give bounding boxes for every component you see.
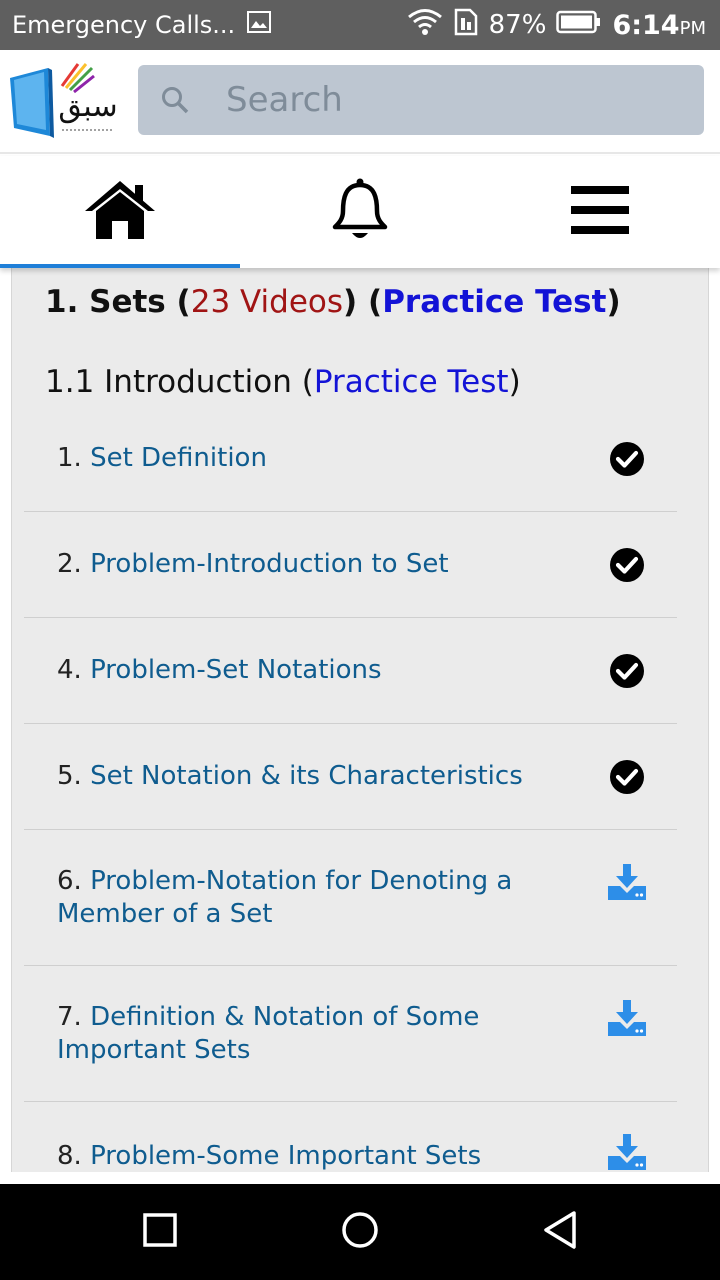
tab-menu[interactable] <box>480 156 720 268</box>
download-icon[interactable] <box>607 998 647 1038</box>
home-icon <box>83 179 157 245</box>
lesson-item[interactable]: 8. Problem-Some Important Sets <box>24 1102 677 1172</box>
sabaq-logo[interactable]: سبق <box>8 58 120 144</box>
lesson-item[interactable]: 1. Set Definition <box>24 406 677 512</box>
recents-button[interactable] <box>110 1184 210 1280</box>
lesson-number: 7. <box>57 1001 82 1032</box>
wifi-icon <box>407 8 443 43</box>
circle-icon <box>341 1211 379 1253</box>
content-area: 1. Sets (23 Videos) (Practice Test) 1.1 … <box>11 268 709 1172</box>
check-circle-icon <box>607 545 647 585</box>
image-notification-icon <box>247 11 272 39</box>
section-practice-test-link[interactable]: Practice Test <box>314 364 509 400</box>
tab-bar <box>0 156 720 268</box>
lesson-item[interactable]: 7. Definition & Notation of Some Importa… <box>24 966 677 1102</box>
lesson-title[interactable]: Problem-Some Important Sets <box>90 1141 481 1171</box>
lesson-number: 1. <box>57 443 82 473</box>
back-triangle-icon <box>542 1210 578 1254</box>
tab-home[interactable] <box>0 156 240 268</box>
bell-icon <box>331 177 389 247</box>
status-left: Emergency Calls... <box>12 0 272 50</box>
square-icon <box>143 1213 177 1251</box>
lesson-title[interactable]: Problem-Introduction to Set <box>90 549 448 579</box>
status-right: 87% 6:14PM <box>407 0 706 50</box>
check-circle-icon <box>607 651 647 691</box>
home-button[interactable] <box>310 1184 410 1280</box>
logo-text: سبق <box>58 89 117 124</box>
check-circle-icon <box>607 757 647 797</box>
battery-icon <box>556 10 602 41</box>
download-icon[interactable] <box>607 1132 647 1172</box>
section-heading: 1.1 Introduction (Practice Test) <box>45 364 521 400</box>
chapter-title: 1. Sets <box>45 284 166 320</box>
download-icon[interactable] <box>607 862 647 902</box>
section-title: 1.1 Introduction <box>45 364 292 400</box>
lesson-title[interactable]: Problem-Notation for Denoting a Member o… <box>57 866 512 929</box>
notification-text: Emergency Calls... <box>12 11 236 39</box>
lesson-list: 1. Set Definition 2. Problem-Introductio… <box>24 406 677 1172</box>
time: 6:14 <box>612 9 680 41</box>
lesson-number: 4. <box>57 655 82 685</box>
lesson-number: 8. <box>57 1141 82 1171</box>
tab-notifications[interactable] <box>240 156 480 268</box>
lesson-item[interactable]: 2. Problem-Introduction to Set <box>24 512 677 618</box>
lesson-title[interactable]: Definition & Notation of Some Important … <box>57 1002 479 1065</box>
back-button[interactable] <box>510 1184 610 1280</box>
lesson-item[interactable]: 5. Set Notation & its Characteristics <box>24 724 677 830</box>
system-nav-bar <box>0 1184 720 1280</box>
battery-percent: 87% <box>488 10 547 40</box>
lesson-item[interactable]: 6. Problem-Notation for Denoting a Membe… <box>24 830 677 966</box>
ampm: PM <box>679 17 706 39</box>
chapter-heading: 1. Sets (23 Videos) (Practice Test) <box>45 284 621 320</box>
chapter-video-count[interactable]: 23 Videos <box>191 284 343 320</box>
lesson-title[interactable]: Problem-Set Notations <box>90 655 381 685</box>
search-input[interactable] <box>226 80 686 120</box>
sim-icon <box>453 8 479 43</box>
check-circle-icon <box>607 439 647 479</box>
clock: 6:14PM <box>612 10 706 41</box>
status-bar: Emergency Calls... 87% 6:14PM <box>0 0 720 50</box>
app-header: سبق <box>0 50 720 154</box>
lesson-item[interactable]: 4. Problem-Set Notations <box>24 618 677 724</box>
search-bar[interactable] <box>138 65 704 135</box>
lesson-number: 2. <box>57 549 82 579</box>
menu-icon <box>571 184 629 240</box>
lesson-title[interactable]: Set Notation & its Characteristics <box>90 761 523 791</box>
lesson-number: 6. <box>57 865 82 896</box>
lesson-title[interactable]: Set Definition <box>90 443 267 473</box>
search-icon[interactable] <box>140 65 210 135</box>
lesson-number: 5. <box>57 761 82 791</box>
chapter-practice-test-link[interactable]: Practice Test <box>382 284 606 320</box>
